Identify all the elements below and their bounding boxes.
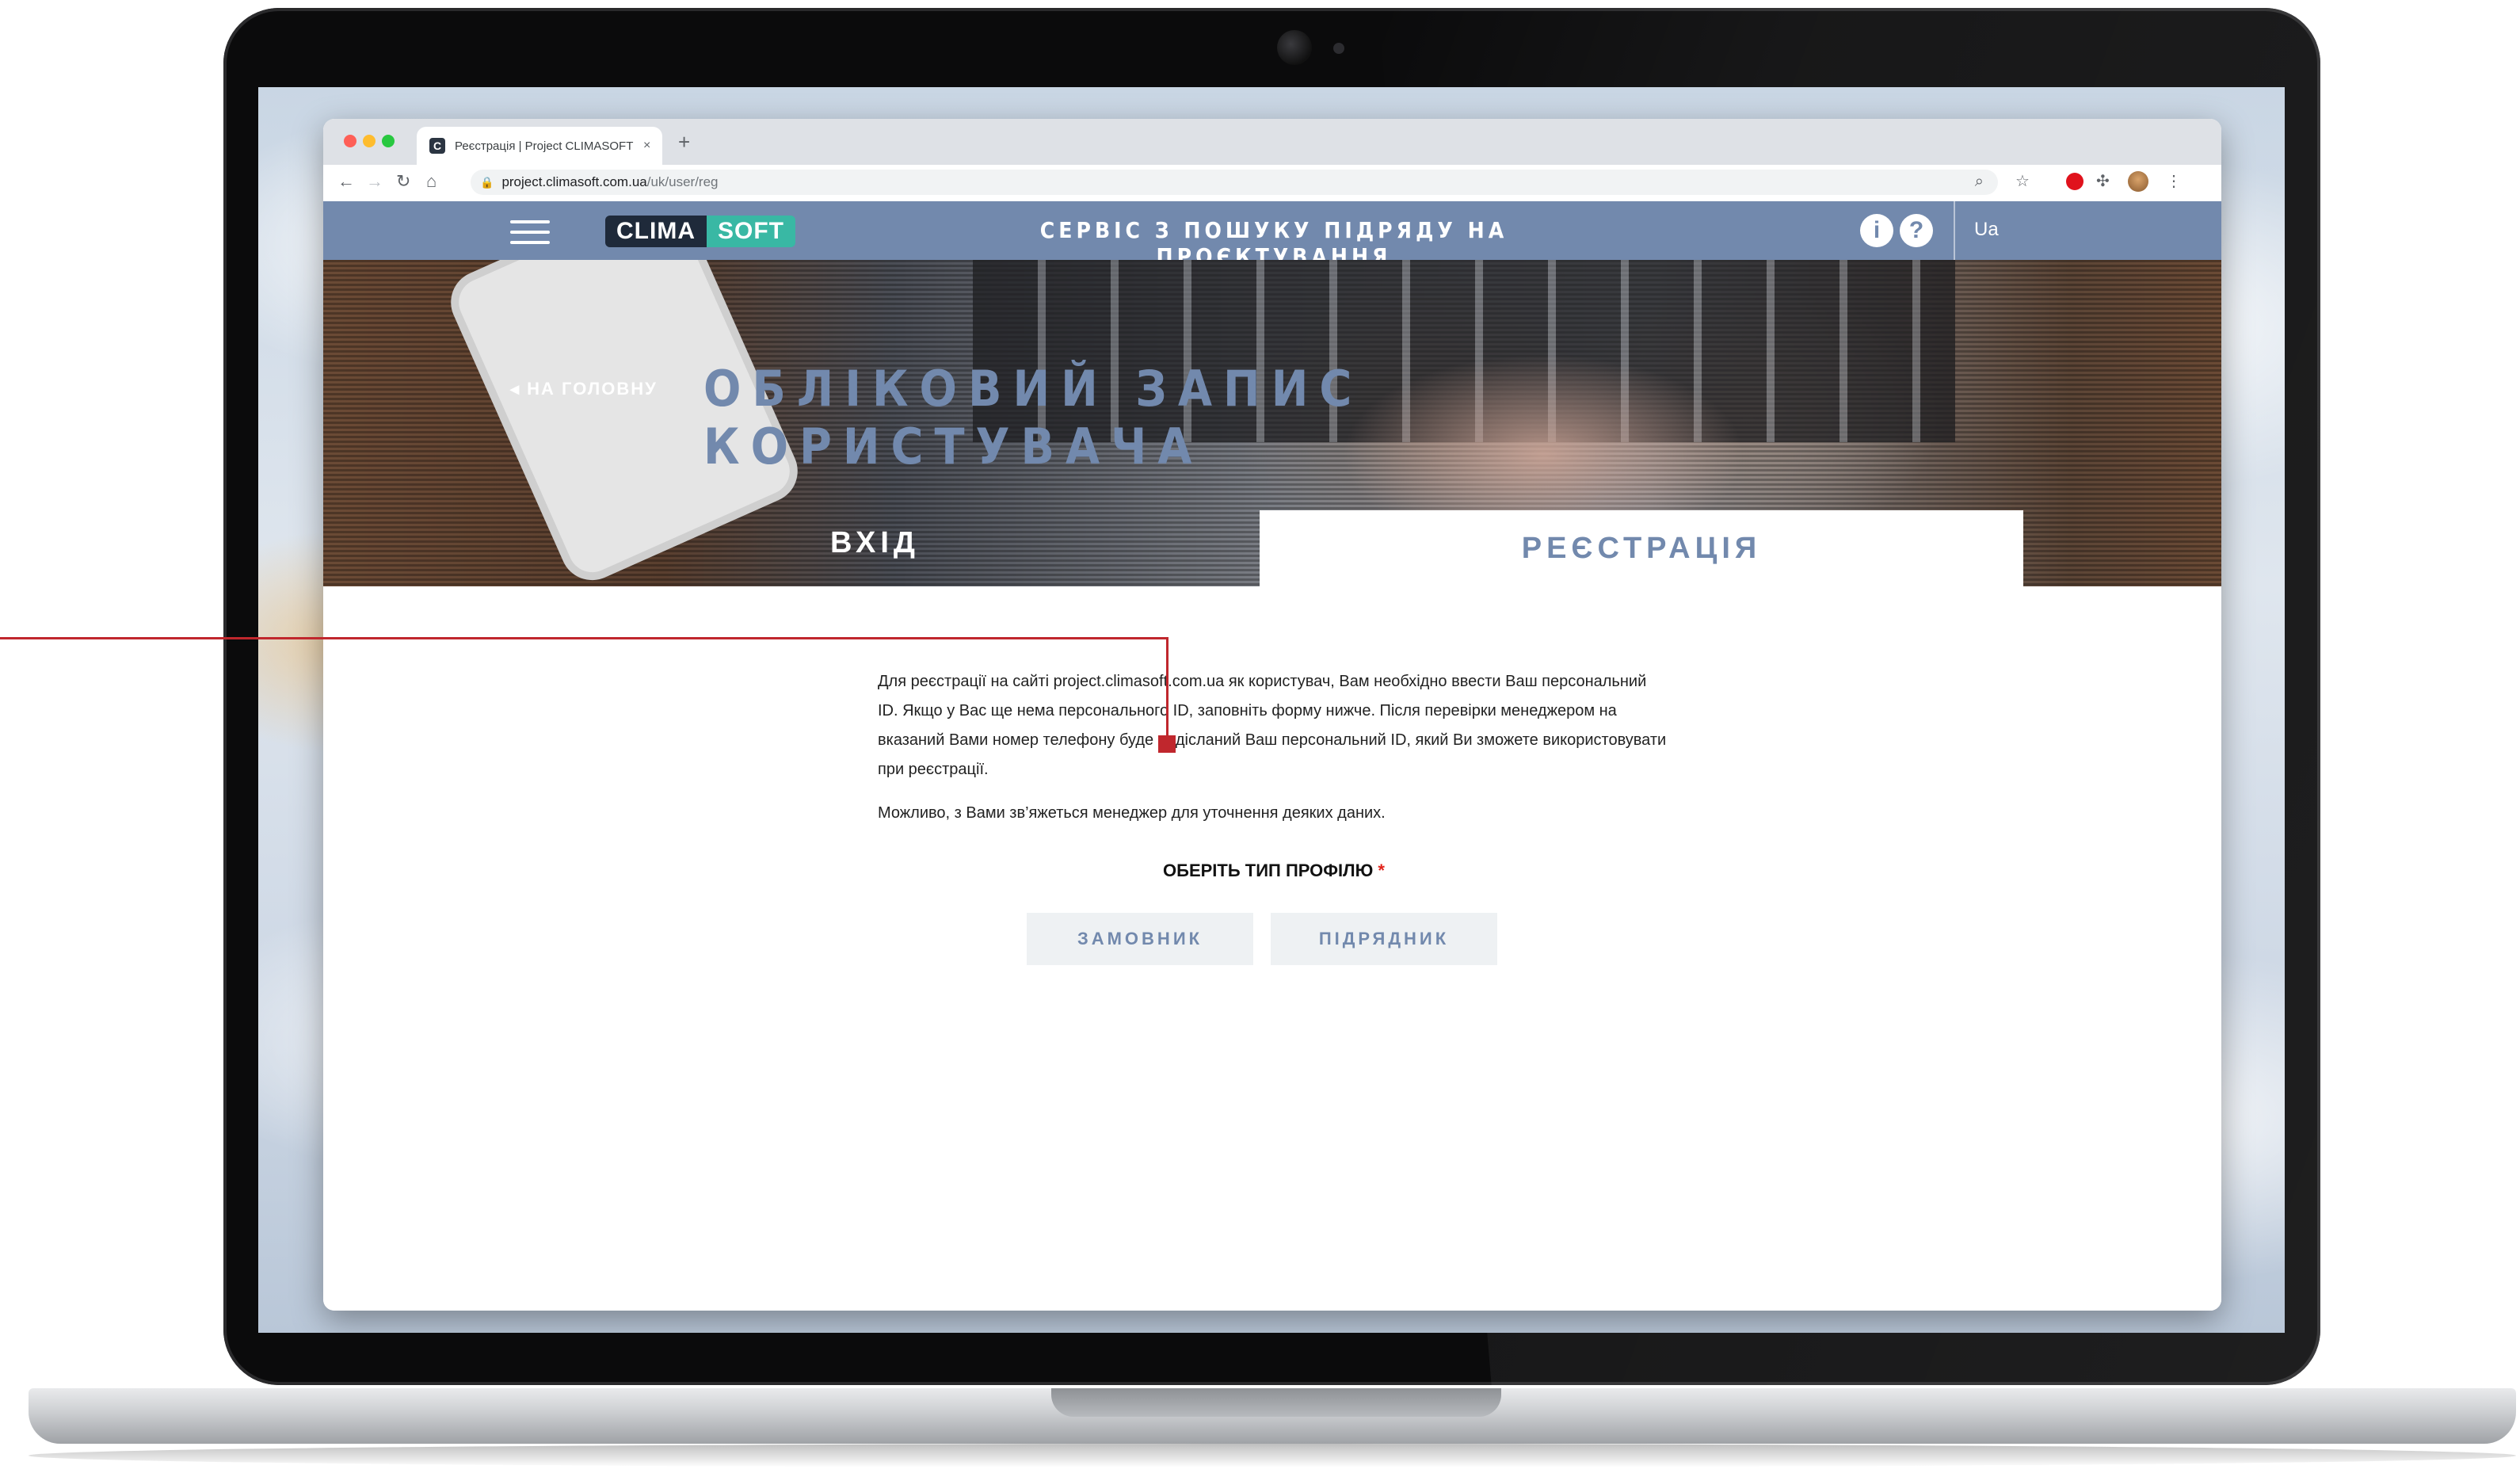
site-favicon-icon: C	[429, 138, 445, 154]
url-path: /uk/user/reg	[646, 174, 719, 189]
extensions-puzzle-icon[interactable]: ✣	[2096, 171, 2110, 191]
language-switcher[interactable]: Ua	[1974, 219, 1999, 241]
browser-tab[interactable]: C Реєстрація | Project CLIMASOFT ×	[417, 127, 662, 165]
maximize-window-button[interactable]	[382, 135, 395, 147]
annotation-marker	[1158, 735, 1176, 753]
profile-avatar-icon[interactable]	[2128, 171, 2148, 192]
intro-text: Для реєстрації на сайті project.climasof…	[878, 667, 1670, 842]
browser-toolbar: ← → ↻ ⌂ 🔒 project.climasoft.com.ua/uk/us…	[323, 165, 2221, 202]
contractor-profile-button[interactable]: ПІДРЯДНИК	[1271, 913, 1497, 965]
help-icon[interactable]: ?	[1900, 214, 1933, 247]
camera-icon	[1277, 30, 1312, 65]
back-arrow-icon[interactable]: ←	[337, 171, 355, 192]
camera-sensor-icon	[1333, 43, 1344, 54]
info-icon[interactable]: i	[1860, 214, 1893, 247]
zoom-icon[interactable]: ⌕	[1975, 173, 1984, 191]
browser-menu-icon[interactable]: ⋮	[2166, 171, 2182, 191]
site-header: CLIMA SOFT СЕРВІС З ПОШУКУ ПІДРЯДУ НА ПР…	[323, 201, 2221, 269]
customer-profile-button[interactable]: ЗАМОВНИК	[1027, 913, 1253, 965]
laptop-screen: C Реєстрація | Project CLIMASOFT × + ← →…	[258, 87, 2285, 1333]
hamburger-line	[510, 220, 550, 223]
minimize-window-button[interactable]	[363, 135, 376, 147]
close-window-button[interactable]	[344, 135, 356, 147]
required-mark: *	[1378, 861, 1385, 880]
profile-type-label: ОБЕРІТЬ ТИП ПРОФІЛЮ *	[878, 861, 1670, 881]
page-title: ОБЛІКОВИЙ ЗАПИС КОРИСТУВАЧА	[703, 360, 1363, 475]
home-icon[interactable]: ⌂	[426, 171, 437, 192]
forward-arrow-icon[interactable]: →	[366, 171, 383, 192]
logo-soft: SOFT	[706, 216, 795, 247]
hero-banner: ◂ НА ГОЛОВНУ ОБЛІКОВИЙ ЗАПИС КОРИСТУВАЧА…	[323, 260, 2221, 586]
url-host: project.climasoft.com.ua	[501, 174, 647, 189]
logo-clima: CLIMA	[605, 216, 707, 247]
address-bar[interactable]: 🔒 project.climasoft.com.ua/uk/user/reg ⌕	[471, 170, 1998, 195]
intro-paragraph-1: Для реєстрації на сайті project.climasof…	[878, 673, 1667, 778]
annotation-line-vertical	[1166, 637, 1169, 743]
registration-content: Для реєстрації на сайті project.climasof…	[323, 586, 2221, 1311]
hamburger-menu-icon[interactable]	[510, 220, 550, 244]
tab-close-icon[interactable]: ×	[643, 139, 650, 153]
profile-type-label-text: ОБЕРІТЬ ТИП ПРОФІЛЮ	[1163, 861, 1374, 880]
lock-icon: 🔒	[480, 175, 494, 189]
url-text: project.climasoft.com.ua/uk/user/reg	[501, 174, 718, 190]
new-tab-button[interactable]: +	[678, 130, 690, 155]
annotation-line-horizontal	[0, 637, 1169, 639]
back-to-home-link[interactable]: ◂ НА ГОЛОВНУ	[510, 379, 658, 399]
tab-login[interactable]: ВХІД	[830, 526, 920, 560]
tab-title: Реєстрація | Project CLIMASOFT	[455, 139, 634, 153]
intro-paragraph-2: Можливо, з Вами зв’яжеться менеджер для …	[878, 804, 1386, 822]
header-divider	[1954, 201, 1955, 260]
hamburger-line	[510, 241, 550, 244]
tab-strip: C Реєстрація | Project CLIMASOFT × +	[323, 119, 2221, 165]
climasoft-logo[interactable]: CLIMA SOFT	[605, 216, 795, 247]
bookmark-star-icon[interactable]: ☆	[2015, 171, 2030, 191]
hamburger-line	[510, 231, 550, 234]
opera-extension-icon[interactable]	[2066, 173, 2083, 190]
reload-icon[interactable]: ↻	[396, 171, 410, 192]
laptop-base-notch	[1051, 1388, 1501, 1417]
laptop-shadow	[29, 1444, 2516, 1467]
browser-window: C Реєстрація | Project CLIMASOFT × + ← →…	[323, 119, 2221, 1311]
tab-register[interactable]: РЕЄСТРАЦІЯ	[1260, 510, 2023, 586]
